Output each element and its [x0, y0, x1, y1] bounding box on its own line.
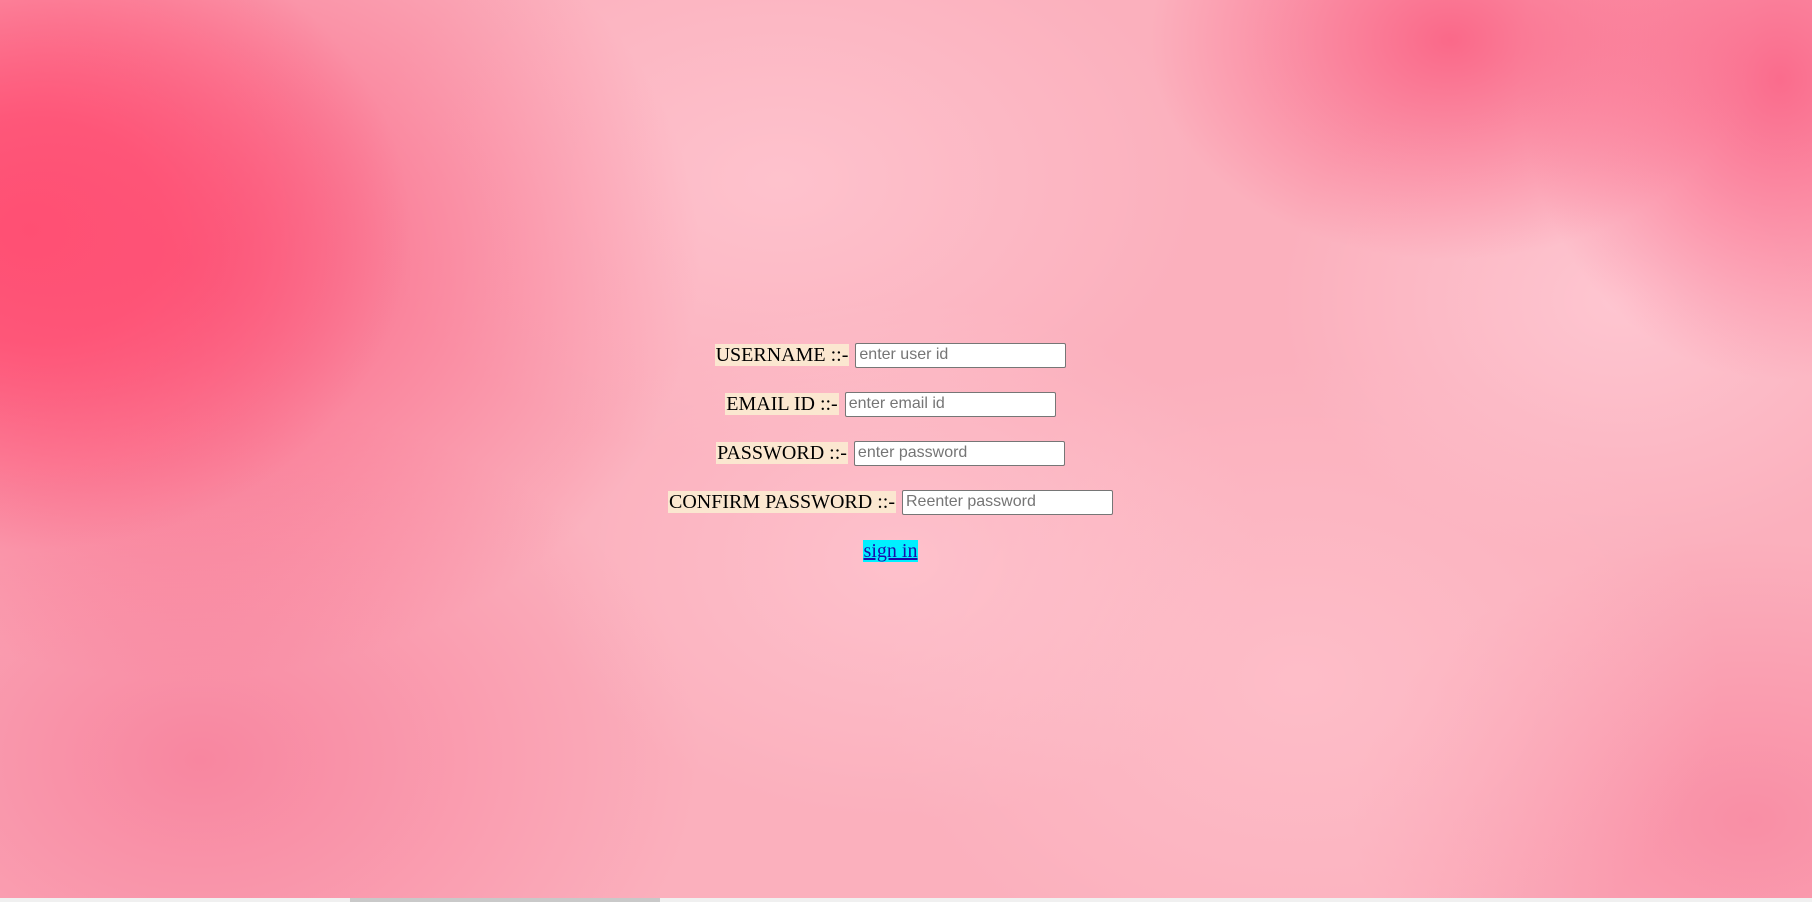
confirm-password-label: CONFIRM PASSWORD ::-: [668, 491, 896, 514]
confirm-password-input[interactable]: [902, 489, 1113, 515]
username-row: USERNAME ::-: [0, 339, 1781, 388]
password-input[interactable]: [853, 440, 1065, 466]
signup-form: USERNAME ::- EMAIL ID ::- PASSWORD ::- C…: [0, 339, 1781, 575]
horizontal-scrollbar[interactable]: [0, 898, 1812, 902]
email-row: EMAIL ID ::-: [0, 388, 1781, 437]
email-input[interactable]: [844, 391, 1056, 417]
scrollbar-thumb[interactable]: [350, 898, 660, 902]
username-input[interactable]: [855, 342, 1067, 368]
signin-row: sign in: [0, 535, 1781, 575]
password-label: PASSWORD ::-: [716, 442, 848, 465]
email-label: EMAIL ID ::-: [725, 393, 839, 416]
sign-in-link[interactable]: sign in: [862, 540, 919, 562]
password-row: PASSWORD ::-: [0, 437, 1781, 486]
confirm-password-row: CONFIRM PASSWORD ::-: [0, 486, 1781, 535]
username-label: USERNAME ::-: [714, 344, 850, 367]
